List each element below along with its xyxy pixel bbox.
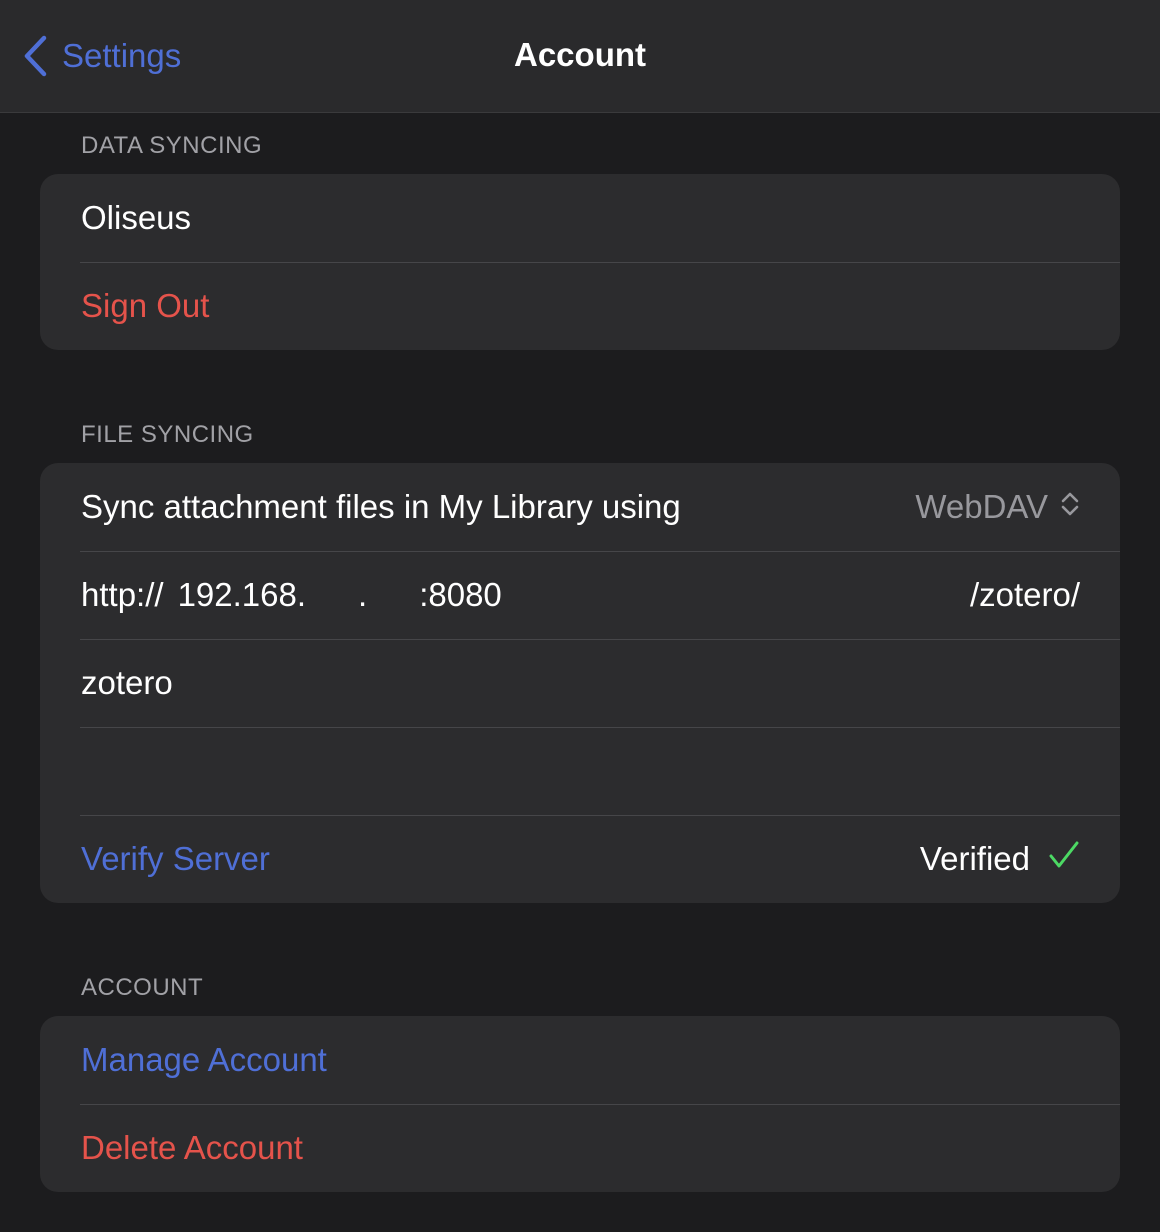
section-header-data-syncing: DATA SYNCING (81, 132, 263, 159)
manage-account-button[interactable]: Manage Account (81, 1041, 327, 1079)
delete-account-row[interactable]: Delete Account (40, 1104, 1120, 1192)
sign-out-button[interactable]: Sign Out (81, 287, 209, 325)
webdav-password-row[interactable] (40, 727, 1120, 815)
sync-method-label: Sync attachment files in My Library usin… (81, 488, 681, 525)
url-host-field[interactable]: 192.168. (178, 576, 306, 614)
navigation-bar: Settings Account (0, 0, 1160, 113)
url-port-field[interactable]: :8080 (419, 576, 502, 614)
server-url-row[interactable]: http:// 192.168. . :8080 /zotero/ (40, 551, 1120, 639)
data-syncing-group: Oliseus Sign Out (40, 174, 1120, 350)
account-username: Oliseus (81, 199, 192, 236)
section-header-file-syncing: FILE SYNCING (81, 421, 254, 448)
url-path-field[interactable]: /zotero/ (970, 576, 1080, 614)
sync-method-value[interactable]: WebDAV (915, 488, 1048, 526)
page-title: Account (514, 36, 646, 73)
webdav-username-field[interactable]: zotero (81, 664, 173, 702)
account-group: Manage Account Delete Account (40, 1016, 1120, 1192)
section-header-account: ACCOUNT (81, 974, 204, 1001)
sign-out-row[interactable]: Sign Out (40, 262, 1120, 350)
url-host-separator: . (358, 576, 368, 613)
verify-server-button[interactable]: Verify Server (81, 840, 270, 878)
verify-status: Verified (919, 840, 1030, 877)
chevron-up-down-icon (1060, 488, 1080, 526)
url-scheme: http:// (81, 576, 164, 613)
sync-method-row[interactable]: Sync attachment files in My Library usin… (40, 463, 1120, 551)
manage-account-row[interactable]: Manage Account (40, 1016, 1120, 1104)
username-row: Oliseus (40, 174, 1120, 262)
checkmark-icon (1048, 839, 1080, 879)
file-syncing-group: Sync attachment files in My Library usin… (40, 463, 1120, 903)
verify-server-row[interactable]: Verify Server Verified (40, 815, 1120, 903)
delete-account-button[interactable]: Delete Account (81, 1129, 303, 1167)
webdav-username-row[interactable]: zotero (40, 639, 1120, 727)
